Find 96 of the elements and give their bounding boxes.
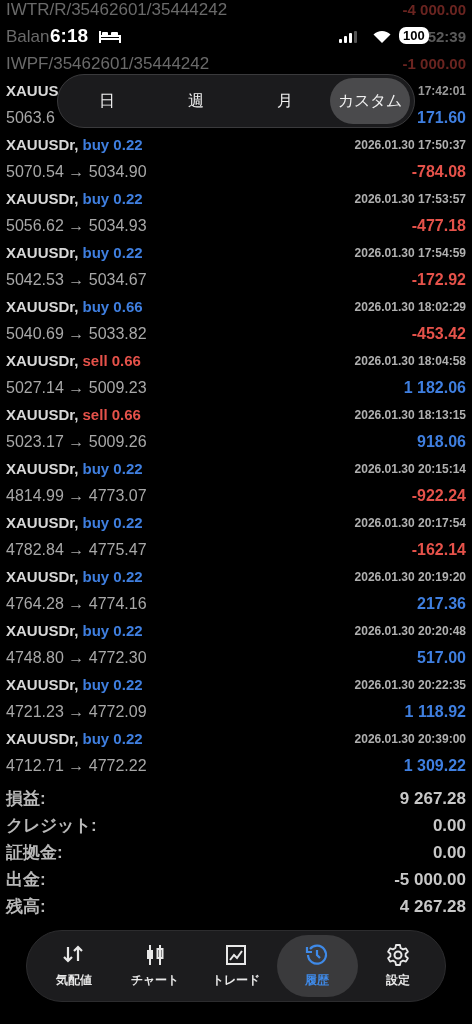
line-chart-icon — [224, 943, 248, 967]
history-icon — [305, 943, 330, 967]
profit-text: -784.08 — [411, 162, 466, 181]
profit-text: 217.36 — [417, 594, 466, 613]
row-label: IWPF/35462601/35444242 — [6, 53, 210, 74]
period-tab[interactable]: カスタム — [330, 78, 410, 124]
tab-bar-item[interactable]: 気配値 — [33, 935, 115, 997]
price-text: 5023.17 → 5009.26 — [6, 432, 147, 451]
symbol-text: XAUUSDr, — [6, 190, 79, 207]
summary-value: 0.00 — [432, 815, 466, 836]
status-time: 6:18 — [50, 25, 89, 47]
bed-icon — [99, 30, 121, 44]
profit-text: 1 118.92 — [404, 702, 466, 721]
summary-label: 残高: — [6, 896, 46, 918]
battery-indicator: 100 — [399, 27, 429, 44]
price-text: 5070.54 → 5034.90 — [6, 162, 147, 181]
price-text: 5063.6 — [6, 108, 55, 127]
trade-time: 2026.01.30 20:22:35 — [354, 677, 466, 692]
price-text: 5042.53 → 5034.67 — [6, 270, 147, 289]
row-label: IWTR/R/35462601/35444242 — [6, 0, 228, 20]
period-tab[interactable]: 日 — [62, 78, 152, 124]
side-text: buy 0.22 — [82, 676, 143, 693]
symbol-text: XAUUSDr, — [6, 622, 79, 639]
amount-text: 171.60 — [417, 108, 466, 127]
symbol-text: XAUUSDr, — [6, 730, 79, 747]
row-label: Balan — [6, 26, 50, 47]
trade-time: 2026.01.30 20:15:14 — [354, 461, 466, 476]
price-text: 4782.84 → 4775.47 — [6, 540, 147, 559]
symbol-text: XAUUSDr, — [6, 352, 79, 369]
tab-bar-item[interactable]: トレード — [195, 935, 277, 997]
profit-text: 1 182.06 — [403, 378, 466, 397]
trade-time: 2026.01.30 20:19:20 — [354, 569, 466, 584]
side-text: buy 0.22 — [82, 460, 143, 477]
side-text: buy 0.22 — [82, 136, 143, 153]
symbol-text: XAUUSDr, — [6, 676, 79, 693]
profit-text: 1 309.22 — [403, 756, 466, 775]
amount-text: 52:39 — [427, 28, 466, 45]
trade-time: 2026.01.30 20:39:00 — [354, 731, 466, 746]
summary-value: 4 267.28 — [399, 896, 466, 917]
profit-text: 918.06 — [417, 432, 466, 451]
symbol-text: XAUUSDr, — [6, 244, 79, 261]
signal-icon — [339, 31, 357, 43]
profit-text: -172.92 — [411, 270, 466, 289]
side-text: sell 0.66 — [82, 352, 141, 369]
summary-value: 0.00 — [432, 842, 466, 863]
tab-bar-item[interactable]: チャート — [114, 935, 196, 997]
summary-value: -5 000.00 — [394, 869, 466, 890]
side-text: buy 0.22 — [82, 244, 143, 261]
side-text: buy 0.22 — [82, 514, 143, 531]
price-text: 5027.14 → 5009.23 — [6, 378, 147, 397]
price-text: 5040.69 → 5033.82 — [6, 324, 147, 343]
summary-label: 損益: — [6, 788, 46, 810]
side-text: sell 0.66 — [82, 406, 141, 423]
trade-time: 2026.01.30 18:02:29 — [354, 299, 466, 314]
trade-time: 2026.01.30 18:04:58 — [354, 353, 466, 368]
row-label: XAUUS — [6, 82, 59, 99]
trade-time: 2026.01.30 17:54:59 — [354, 245, 466, 260]
price-text: 4764.28 → 4774.16 — [6, 594, 147, 613]
price-text: 4712.71 → 4772.22 — [6, 756, 147, 775]
symbol-text: XAUUSDr, — [6, 568, 79, 585]
trade-time: 2026.01.30 17:50:37 — [354, 137, 466, 152]
side-text: buy 0.22 — [82, 568, 143, 585]
symbol-text: XAUUSDr, — [6, 136, 79, 153]
summary-label: 証拠金: — [6, 842, 63, 864]
tab-bar-item[interactable]: 設定 — [357, 935, 439, 997]
side-text: buy 0.22 — [82, 622, 143, 639]
side-text: buy 0.22 — [82, 190, 143, 207]
side-text: buy 0.22 — [82, 730, 143, 747]
summary-label: クレジット: — [6, 815, 97, 837]
trade-time: 2026.01.30 18:13:15 — [354, 407, 466, 422]
summary-value: 9 267.28 — [399, 788, 466, 809]
symbol-text: XAUUSDr, — [6, 298, 79, 315]
wifi-icon — [373, 30, 391, 43]
trade-time: 2026.01.30 17:53:57 — [354, 191, 466, 206]
trade-time: 2026.01.30 20:17:54 — [354, 515, 466, 530]
symbol-text: XAUUSDr, — [6, 406, 79, 423]
amount-text: -1 000.00 — [402, 55, 466, 72]
profit-text: 517.00 — [417, 648, 466, 667]
settings-icon — [386, 943, 411, 967]
profit-text: -453.42 — [411, 324, 466, 343]
period-tab[interactable]: 週 — [151, 78, 241, 124]
symbol-text: XAUUSDr, — [6, 514, 79, 531]
symbol-text: XAUUSDr, — [6, 460, 79, 477]
price-text: 4721.23 → 4772.09 — [6, 702, 147, 721]
price-text: 5056.62 → 5034.93 — [6, 216, 147, 235]
summary-label: 出金: — [6, 869, 46, 891]
profit-text: -477.18 — [411, 216, 466, 235]
profit-text: -922.24 — [411, 486, 466, 505]
profit-text: -162.14 — [411, 540, 466, 559]
trade-time: 2026.01.30 20:20:48 — [354, 623, 466, 638]
side-text: buy 0.66 — [82, 298, 143, 315]
amount-text: -4 000.00 — [402, 1, 466, 18]
period-tab[interactable]: 月 — [240, 78, 330, 124]
price-text: 4814.99 → 4773.07 — [6, 486, 147, 505]
price-text: 4748.80 → 4772.30 — [6, 648, 147, 667]
trade-time: 17:42:01 — [417, 83, 466, 98]
